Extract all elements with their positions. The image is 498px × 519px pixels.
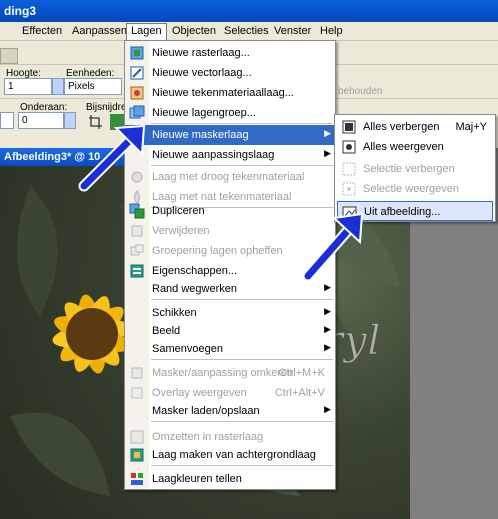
menu-separator <box>151 123 333 124</box>
vector-layer-icon <box>129 65 145 81</box>
menu-item-new-mask-layer[interactable]: Nieuwe maskerlaag ▶ <box>125 125 335 145</box>
menu-separator <box>151 299 333 300</box>
overlay-icon <box>129 385 145 401</box>
menu-item-merge[interactable]: Samenvoegen ▶ <box>125 339 335 359</box>
behouden-label: behouden <box>338 86 383 97</box>
app-titlebar: ding3 <box>0 0 498 22</box>
onderaan-spinner[interactable] <box>64 112 76 129</box>
menu-separator <box>151 359 333 360</box>
menu-aanpassen[interactable]: Aanpassen <box>68 24 131 40</box>
menu-edge <box>0 24 8 40</box>
menu-item-new-layer-group[interactable]: Nieuwe lagengroep... <box>125 103 335 123</box>
show-all-icon <box>341 139 357 155</box>
menu-item-view[interactable]: Beeld ▶ <box>125 321 335 341</box>
menu-selecties[interactable]: Selecties <box>220 24 273 40</box>
menu-item-new-art-media-layer[interactable]: Nieuwe tekenmateriaallaag... <box>125 83 335 103</box>
menu-separator <box>151 165 333 166</box>
menu-item-promote-background[interactable]: Laag maken van achtergrondlaag <box>125 445 335 465</box>
menu-bar: Effecten Aanpassen Lagen Objecten Select… <box>0 22 498 41</box>
menu-item-arrange[interactable]: Schikken ▶ <box>125 303 335 323</box>
left-spinner[interactable] <box>0 112 14 129</box>
submenu-arrow-icon: ▶ <box>324 324 331 334</box>
menu-item-new-adjustment-layer[interactable]: Nieuwe aanpassingslaag ▶ <box>125 145 335 165</box>
menu-effecten[interactable]: Effecten <box>18 24 66 40</box>
duplicate-icon <box>129 203 145 219</box>
menu-item-show-overlay[interactable]: Overlay weergeven Ctrl+Alt+V <box>125 383 335 403</box>
menu-item-new-raster-layer[interactable]: Nieuwe rasterlaag... <box>125 43 335 63</box>
menu-item-count-colors[interactable]: Laagkleuren tellen <box>125 469 335 489</box>
hide-all-icon <box>341 119 357 135</box>
submenu-arrow-icon: ▶ <box>324 148 331 158</box>
menu-objecten[interactable]: Objecten <box>168 24 220 40</box>
menu-separator <box>151 465 333 466</box>
submenu-arrow-icon: ▶ <box>324 342 331 352</box>
show-selection-icon <box>341 181 357 197</box>
promote-background-icon <box>129 447 145 463</box>
annotation-arrow-icon <box>302 212 364 282</box>
menu-item-invert-mask[interactable]: Masker/aanpassing omkeren Ctrl+M+K <box>125 363 335 383</box>
menu-item-load-save-mask[interactable]: Masker laden/opslaan ▶ <box>125 401 335 421</box>
menu-separator <box>151 421 333 422</box>
menu-item-dry-media-layer[interactable]: Laag met droog tekenmateriaal <box>125 167 335 187</box>
submenu-arrow-icon: ▶ <box>324 128 331 138</box>
toolbar-button[interactable] <box>0 48 18 64</box>
menu-lagen[interactable]: Lagen <box>126 23 167 41</box>
art-media-layer-icon <box>129 85 145 101</box>
convert-raster-icon <box>129 429 145 445</box>
menu-item-convert-to-raster[interactable]: Omzetten in rasterlaag <box>125 427 335 447</box>
hoogte-input[interactable]: 1 <box>4 78 52 95</box>
submenu-item-show-all[interactable]: Alles weergeven <box>335 137 495 157</box>
hoogte-spinner[interactable] <box>52 78 64 95</box>
count-colors-icon <box>129 471 145 487</box>
submenu-arrow-icon: ▶ <box>324 306 331 316</box>
eenheden-select[interactable]: Pixels <box>64 78 122 95</box>
annotation-arrow-icon <box>78 124 146 192</box>
invert-mask-icon <box>129 365 145 381</box>
submenu-arrow-icon: ▶ <box>324 404 331 414</box>
onderaan-input[interactable]: 0 <box>18 112 64 129</box>
submenu-item-hide-all[interactable]: Alles verbergen Maj+Y <box>335 117 495 137</box>
ungroup-icon <box>129 243 145 259</box>
menu-item-new-vector-layer[interactable]: Nieuwe vectorlaag... <box>125 63 335 83</box>
hide-selection-icon <box>341 161 357 177</box>
menu-venster[interactable]: Venster <box>270 24 315 40</box>
app-title: ding3 <box>4 4 36 18</box>
submenu-item-show-selection[interactable]: Selectie weergeven <box>335 179 495 199</box>
submenu-item-hide-selection[interactable]: Selectie verbergen <box>335 159 495 179</box>
menu-help[interactable]: Help <box>316 24 347 40</box>
delete-icon <box>129 223 145 239</box>
properties-icon <box>129 263 145 279</box>
raster-layer-icon <box>129 45 145 61</box>
